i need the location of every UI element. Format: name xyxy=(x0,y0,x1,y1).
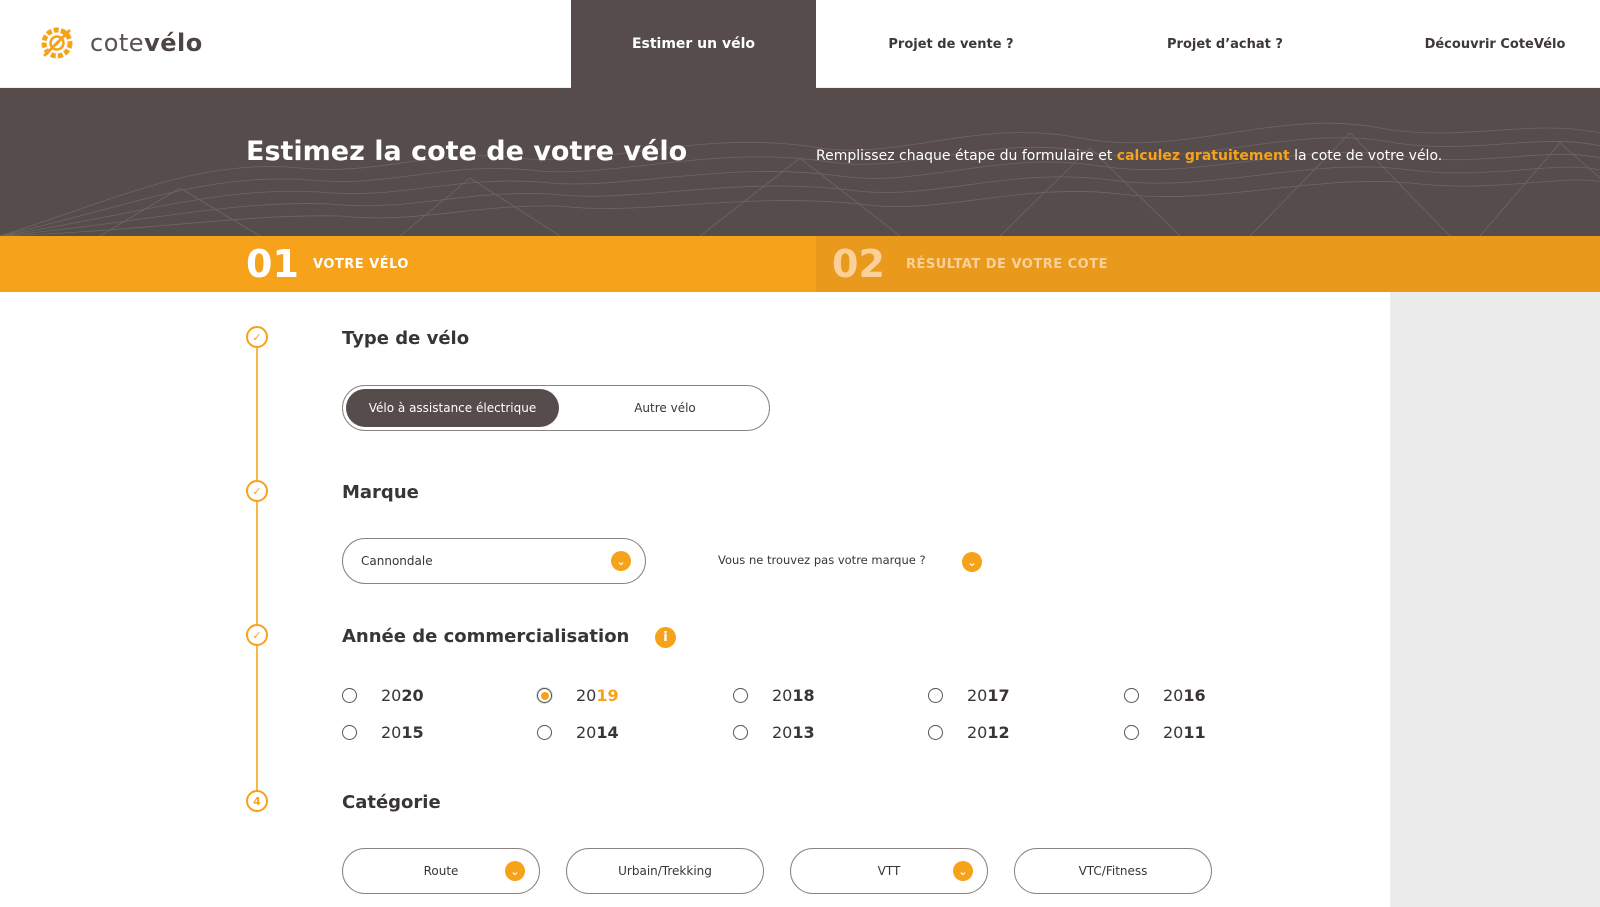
section-title-type: Type de vélo xyxy=(342,328,470,349)
radio-button[interactable] xyxy=(1124,688,1139,703)
toggle-electric[interactable]: Vélo à assistance électrique xyxy=(346,389,559,427)
step-number-4: 4 xyxy=(246,790,268,812)
site-header: cotevélo Estimer un vélo Projet de vente… xyxy=(0,0,1600,88)
step-1-label: VOTRE VÉLO xyxy=(313,257,409,272)
step-check-icon: ✓ xyxy=(246,480,268,502)
hero-subtitle: Remplissez chaque étape du formulaire et… xyxy=(816,148,1443,164)
radio-button[interactable] xyxy=(1124,725,1139,740)
logo[interactable]: cotevélo xyxy=(36,22,203,64)
year-label: 2013 xyxy=(772,723,815,742)
nav-estimer[interactable]: Estimer un vélo xyxy=(571,0,816,88)
radio-button-selected[interactable] xyxy=(537,688,552,703)
year-option-2017[interactable]: 2017 xyxy=(928,686,1010,705)
year-label: 2017 xyxy=(967,686,1010,705)
page-title: Estimez la cote de votre vélo xyxy=(246,136,688,167)
step-2-number: 02 xyxy=(832,242,885,286)
year-label: 2011 xyxy=(1163,723,1206,742)
side-panel xyxy=(1390,292,1600,907)
step-1-number: 01 xyxy=(246,242,299,286)
toggle-other[interactable]: Autre vélo xyxy=(563,389,767,427)
cotevelo-logo-icon xyxy=(41,27,73,59)
step-check-icon: ✓ xyxy=(246,624,268,646)
chevron-down-icon: ⌄ xyxy=(953,861,973,881)
radio-button[interactable] xyxy=(342,688,357,703)
chevron-down-icon: ⌄ xyxy=(611,551,631,571)
radio-button[interactable] xyxy=(342,725,357,740)
year-label: 2015 xyxy=(381,723,424,742)
year-option-2013[interactable]: 2013 xyxy=(733,723,815,742)
radio-button[interactable] xyxy=(928,688,943,703)
year-option-2018[interactable]: 2018 xyxy=(733,686,815,705)
chevron-down-icon[interactable]: ⌄ xyxy=(962,552,982,572)
steps-bar: 01 VOTRE VÉLO 02 RÉSULTAT DE VOTRE COTE xyxy=(0,236,1600,292)
info-icon[interactable]: i xyxy=(655,627,676,648)
nav-projet-vente[interactable]: Projet de vente ? xyxy=(826,0,1076,88)
chevron-down-icon: ⌄ xyxy=(505,861,525,881)
category-vtc-fitness[interactable]: VTC/Fitness xyxy=(1014,848,1212,894)
year-label: 2012 xyxy=(967,723,1010,742)
step-2-label: RÉSULTAT DE VOTRE COTE xyxy=(906,257,1108,272)
nav-projet-achat[interactable]: Projet d’achat ? xyxy=(1100,0,1350,88)
category-vtt[interactable]: VTT ⌄ xyxy=(790,848,988,894)
year-option-2012[interactable]: 2012 xyxy=(928,723,1010,742)
brand-select-value: Cannondale xyxy=(361,554,433,568)
section-title-category: Catégorie xyxy=(342,792,441,813)
nav-decouvrir[interactable]: Découvrir CoteVélo xyxy=(1380,0,1600,88)
year-label: 2020 xyxy=(381,686,424,705)
category-urbain-trekking[interactable]: Urbain/Trekking xyxy=(566,848,764,894)
category-route[interactable]: Route ⌄ xyxy=(342,848,540,894)
step-2: 02 RÉSULTAT DE VOTRE COTE xyxy=(816,236,1600,292)
radio-button[interactable] xyxy=(733,725,748,740)
logo-text: cotevélo xyxy=(90,29,203,57)
section-title-brand: Marque xyxy=(342,482,419,503)
radio-button[interactable] xyxy=(537,725,552,740)
year-label: 2014 xyxy=(576,723,619,742)
year-option-2016[interactable]: 2016 xyxy=(1124,686,1206,705)
hero-banner: Estimez la cote de votre vélo Remplissez… xyxy=(0,88,1600,236)
section-title-year: Année de commercialisation xyxy=(342,626,630,647)
year-option-2019[interactable]: 2019 xyxy=(537,686,619,705)
year-option-2015[interactable]: 2015 xyxy=(342,723,424,742)
year-label: 2018 xyxy=(772,686,815,705)
form-timeline xyxy=(256,340,258,802)
year-label: 2019 xyxy=(576,686,619,705)
year-label: 2016 xyxy=(1163,686,1206,705)
bike-type-toggle: Vélo à assistance électrique Autre vélo xyxy=(342,385,770,431)
step-check-icon: ✓ xyxy=(246,326,268,348)
year-option-2011[interactable]: 2011 xyxy=(1124,723,1206,742)
radio-button[interactable] xyxy=(928,725,943,740)
year-option-2014[interactable]: 2014 xyxy=(537,723,619,742)
hero-subtitle-highlight: calculez gratuitement xyxy=(1116,148,1290,164)
radio-button[interactable] xyxy=(733,688,748,703)
brand-select[interactable]: Cannondale ⌄ xyxy=(342,538,646,584)
year-option-2020[interactable]: 2020 xyxy=(342,686,424,705)
brand-help-link[interactable]: Vous ne trouvez pas votre marque ? xyxy=(718,553,926,567)
